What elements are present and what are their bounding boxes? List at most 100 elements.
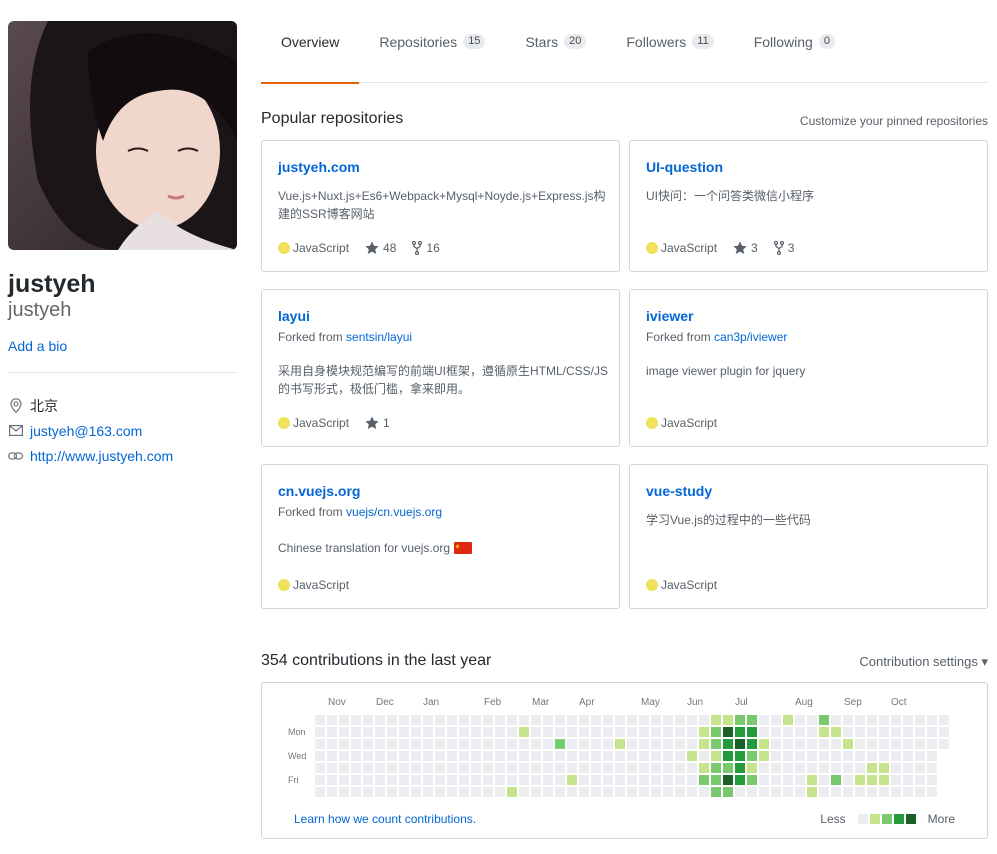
contribution-day[interactable] [783,775,793,785]
contribution-day[interactable] [711,751,721,761]
contribution-day[interactable] [639,715,649,725]
add-bio-link[interactable]: Add a bio [8,338,237,354]
contribution-day[interactable] [471,727,481,737]
contribution-day[interactable] [867,763,877,773]
contribution-day[interactable] [819,775,829,785]
contribution-day[interactable] [795,763,805,773]
contribution-day[interactable] [627,751,637,761]
contribution-settings-dropdown[interactable]: Contribution settings ▾ [859,654,988,670]
contribution-day[interactable] [519,751,529,761]
contribution-day[interactable] [855,775,865,785]
contribution-day[interactable] [699,715,709,725]
contribution-day[interactable] [543,751,553,761]
contribution-day[interactable] [387,715,397,725]
contribution-day[interactable] [735,715,745,725]
contribution-day[interactable] [555,739,565,749]
contribution-day[interactable] [699,787,709,797]
contribution-day[interactable] [603,715,613,725]
contribution-day[interactable] [579,775,589,785]
contribution-day[interactable] [663,787,673,797]
contribution-day[interactable] [711,715,721,725]
contribution-day[interactable] [843,787,853,797]
contribution-day[interactable] [807,715,817,725]
contribution-day[interactable] [855,751,865,761]
contribution-day[interactable] [555,751,565,761]
contribution-day[interactable] [399,763,409,773]
contribution-day[interactable] [471,751,481,761]
contribution-day[interactable] [495,763,505,773]
contribution-day[interactable] [327,739,337,749]
contribution-day[interactable] [747,775,757,785]
forked-from-link[interactable]: vuejs/cn.vuejs.org [346,505,442,519]
contribution-day[interactable] [351,727,361,737]
contribution-day[interactable] [471,739,481,749]
contribution-day[interactable] [567,727,577,737]
contribution-day[interactable] [867,739,877,749]
contribution-day[interactable] [819,763,829,773]
contribution-day[interactable] [603,763,613,773]
contribution-day[interactable] [819,787,829,797]
contribution-day[interactable] [699,727,709,737]
contribution-day[interactable] [795,751,805,761]
contribution-day[interactable] [579,715,589,725]
contribution-day[interactable] [747,763,757,773]
contribution-day[interactable] [759,787,769,797]
contribution-day[interactable] [807,787,817,797]
repo-name-link[interactable]: iviewer [646,308,693,324]
contribution-day[interactable] [447,739,457,749]
contribution-day[interactable] [375,751,385,761]
contribution-day[interactable] [867,787,877,797]
contribution-day[interactable] [723,787,733,797]
contribution-day[interactable] [831,775,841,785]
tab-repositories[interactable]: Repositories 15 [359,0,505,83]
contribution-day[interactable] [507,775,517,785]
contribution-day[interactable] [435,727,445,737]
contribution-day[interactable] [567,751,577,761]
contribution-day[interactable] [891,727,901,737]
contribution-day[interactable] [567,739,577,749]
contribution-day[interactable] [435,787,445,797]
contribution-day[interactable] [339,727,349,737]
contribution-day[interactable] [435,775,445,785]
contribution-day[interactable] [519,715,529,725]
contribution-day[interactable] [495,787,505,797]
contribution-day[interactable] [339,775,349,785]
contribution-day[interactable] [591,751,601,761]
contribution-day[interactable] [327,727,337,737]
contribution-day[interactable] [483,751,493,761]
contribution-day[interactable] [831,751,841,761]
contribution-day[interactable] [783,727,793,737]
contribution-day[interactable] [903,775,913,785]
contribution-day[interactable] [507,739,517,749]
contribution-day[interactable] [315,751,325,761]
contribution-day[interactable] [687,715,697,725]
contribution-day[interactable] [735,775,745,785]
contribution-day[interactable] [567,775,577,785]
contribution-day[interactable] [687,775,697,785]
contribution-day[interactable] [579,751,589,761]
email-link[interactable]: justyeh@163.com [30,423,142,439]
contribution-day[interactable] [327,775,337,785]
contribution-day[interactable] [771,739,781,749]
contribution-day[interactable] [855,715,865,725]
contribution-day[interactable] [639,763,649,773]
contribution-day[interactable] [351,775,361,785]
contribution-day[interactable] [723,763,733,773]
contribution-day[interactable] [939,715,949,725]
contribution-day[interactable] [519,763,529,773]
contribution-day[interactable] [555,727,565,737]
contribution-day[interactable] [867,715,877,725]
contribution-day[interactable] [459,739,469,749]
repo-forks[interactable]: 16 [412,241,440,255]
contribution-day[interactable] [483,739,493,749]
contribution-day[interactable] [627,775,637,785]
contribution-day[interactable] [687,727,697,737]
contribution-day[interactable] [927,763,937,773]
contribution-day[interactable] [687,763,697,773]
contribution-day[interactable] [363,775,373,785]
contribution-day[interactable] [867,727,877,737]
contribution-day[interactable] [723,715,733,725]
contribution-day[interactable] [711,727,721,737]
contribution-day[interactable] [651,751,661,761]
contribution-day[interactable] [723,739,733,749]
